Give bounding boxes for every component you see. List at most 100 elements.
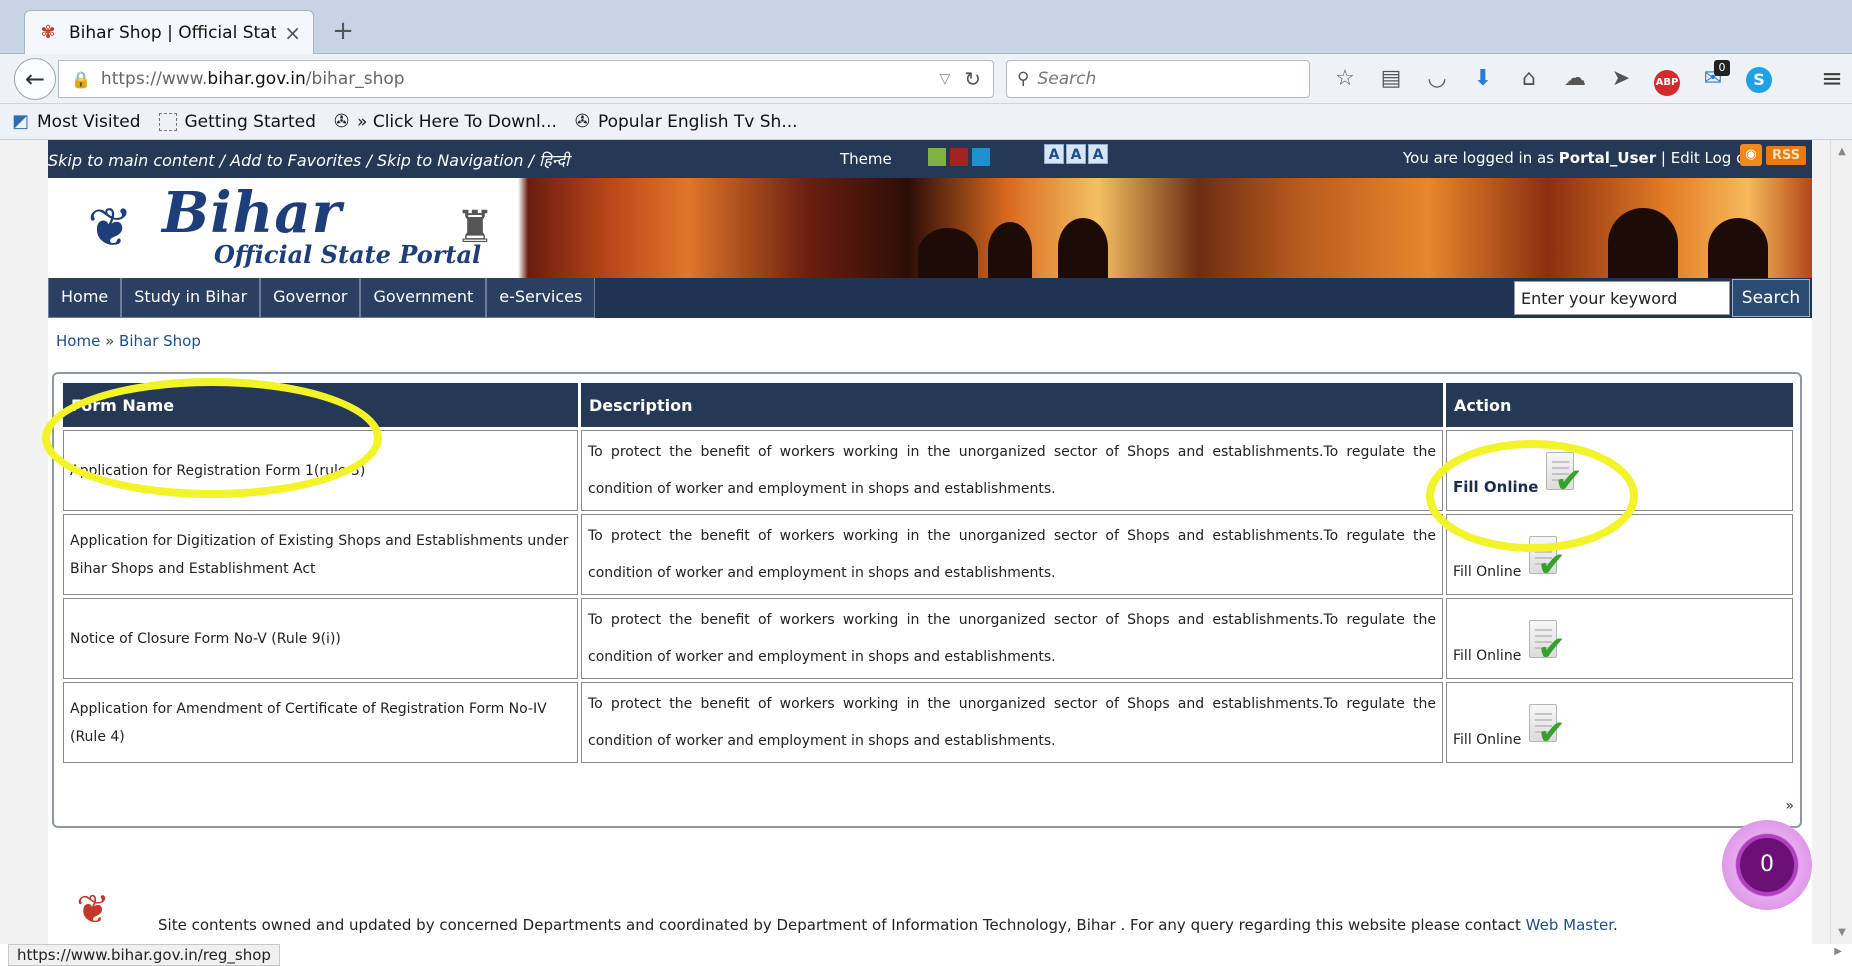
vertical-scrollbar[interactable]: ▲ ▼ <box>1830 140 1852 944</box>
skype-icon[interactable]: S <box>1736 60 1782 98</box>
breadcrumb-current: Bihar Shop <box>119 332 201 350</box>
bookmark-download[interactable]: ✇ » Click Here To Downl... <box>334 111 557 132</box>
logo-title: Bihar <box>162 180 343 246</box>
home-icon[interactable]: ⌂ <box>1506 60 1552 98</box>
document-check-icon: ✔ <box>1525 619 1566 674</box>
hamburger-menu-icon[interactable]: ≡ <box>1812 60 1852 98</box>
breadcrumb-separator: » <box>105 332 115 350</box>
footer-end: . <box>1613 916 1618 934</box>
bookmark-star-icon[interactable]: ☆ <box>1322 60 1368 98</box>
download-icon[interactable]: ⬇ <box>1460 60 1506 98</box>
nav-home[interactable]: Home <box>48 278 122 318</box>
page-icon <box>158 112 177 131</box>
utility-strip: Skip to main content / Add to Favorites … <box>48 140 1812 178</box>
url-dropdown-icon[interactable]: ▽ <box>939 71 950 87</box>
status-url: https://www.bihar.gov.in/reg_shop <box>8 944 280 966</box>
font-size-small[interactable]: A <box>1044 144 1064 164</box>
fill-online-label: Fill Online <box>1453 647 1522 664</box>
fill-online-link[interactable]: Fill Online ✔ <box>1453 688 1786 758</box>
nav-government[interactable]: Government <box>360 278 487 318</box>
scroll-right-icon[interactable]: ▶ <box>1834 946 1842 957</box>
bookmark-label: Most Visited <box>37 111 141 132</box>
font-size-large[interactable]: A <box>1088 144 1108 164</box>
film-reel-icon: ✇ <box>574 111 590 132</box>
description-cell: To protect the benefit of workers workin… <box>581 430 1443 511</box>
chat-icon[interactable]: ☁ <box>1552 60 1598 98</box>
tab-title: Bihar Shop | Official State P... <box>69 22 277 43</box>
nav-study-in-bihar[interactable]: Study in Bihar <box>121 278 261 318</box>
browser-search-placeholder: Search <box>1037 69 1097 89</box>
bookmark-label: Getting Started <box>184 111 316 132</box>
rss-link[interactable]: ◉ RSS <box>1740 144 1807 166</box>
banner-silhouette <box>1058 218 1108 278</box>
url-prefix: https://www. <box>100 69 208 89</box>
bookmark-label: Popular English Tv Sh... <box>597 111 798 132</box>
search-icon: ⚲ <box>1017 69 1030 89</box>
footer-tree-logo-icon: ❦ <box>76 887 110 933</box>
theme-swatch-red[interactable] <box>950 148 968 166</box>
table-row: Application for Amendment of Certificate… <box>63 682 1793 763</box>
notification-icon[interactable]: ✉ 0 <box>1690 60 1736 98</box>
form-name-cell: Notice of Closure Form No-V (Rule 9(i)) <box>63 598 578 679</box>
rss-label: RSS <box>1766 145 1807 165</box>
send-icon[interactable]: ➤ <box>1598 60 1644 98</box>
login-prefix: You are logged in as <box>1403 149 1555 167</box>
theme-swatch-green[interactable] <box>928 148 946 166</box>
banner-silhouette <box>988 222 1032 278</box>
action-cell: Fill Online ✔ <box>1446 598 1793 679</box>
theme-swatch-blue[interactable] <box>972 148 990 166</box>
new-tab-button[interactable]: + <box>326 14 360 48</box>
url-domain: bihar.gov.in <box>207 69 306 89</box>
fill-online-label: Fill Online <box>1453 563 1522 580</box>
chat-bubble-button[interactable]: 0 <box>1722 820 1812 910</box>
login-status: You are logged in as Portal_User | Edit … <box>1403 149 1761 167</box>
rss-icon: ◉ <box>1740 144 1762 166</box>
header-description: Description <box>581 383 1443 427</box>
header-action: Action <box>1446 383 1793 427</box>
web-master-link[interactable]: Web Master <box>1526 916 1613 934</box>
nav-governor[interactable]: Governor <box>260 278 361 318</box>
highlight-ellipse-form-name <box>42 378 382 498</box>
font-size-medium[interactable]: A <box>1066 144 1086 164</box>
form-name-cell: Application for Amendment of Certificate… <box>63 682 578 763</box>
url-path: /bihar_shop <box>305 69 405 89</box>
action-cell: Fill Online ✔ <box>1446 682 1793 763</box>
logo-subtitle: Official State Portal <box>214 240 482 269</box>
address-bar[interactable]: 🔒 https://www.bihar.gov.in/bihar_shop ▽ … <box>58 60 994 98</box>
browser-tab-active[interactable]: ✾ Bihar Shop | Official State P... × <box>24 10 314 54</box>
description-cell: To protect the benefit of workers workin… <box>581 598 1443 679</box>
bookmarks-list-icon[interactable]: ▤ <box>1368 60 1414 98</box>
site-container: Skip to main content / Add to Favorites … <box>42 140 1812 944</box>
keyword-search-button[interactable]: Search <box>1732 279 1810 317</box>
scroll-down-icon[interactable]: ▼ <box>1831 927 1852 938</box>
browser-nav-bar: ← 🔒 https://www.bihar.gov.in/bihar_shop … <box>0 54 1852 104</box>
adblock-icon[interactable]: ABP <box>1644 60 1690 98</box>
fill-online-label: Fill Online <box>1453 731 1522 748</box>
banner-silhouette <box>1708 218 1768 278</box>
skip-links[interactable]: Skip to main content / Add to Favorites … <box>48 149 569 171</box>
scroll-up-icon[interactable]: ▲ <box>1831 146 1852 157</box>
keyword-search-input[interactable] <box>1514 281 1730 315</box>
lock-icon: 🔒 <box>71 69 91 89</box>
bodhi-tree-logo-icon: ❦ <box>87 196 133 259</box>
browser-search-input[interactable]: ⚲ Search <box>1006 60 1310 98</box>
bookmark-most-visited[interactable]: ◩ Most Visited <box>12 111 141 132</box>
bookmark-getting-started[interactable]: Getting Started <box>158 111 316 132</box>
bookmark-tv-shows[interactable]: ✇ Popular English Tv Sh... <box>575 111 798 132</box>
close-tab-icon[interactable]: × <box>284 21 301 45</box>
footer-copy: Site contents owned and updated by conce… <box>158 916 1521 934</box>
bihar-favicon-icon: ✾ <box>40 21 56 43</box>
pager-next-link[interactable]: » <box>1785 798 1794 814</box>
fill-online-link[interactable]: Fill Online ✔ <box>1453 604 1786 674</box>
chat-bubble-count: 0 <box>1740 838 1794 892</box>
banner-silhouette <box>918 228 978 278</box>
pocket-icon[interactable]: ◡ <box>1414 60 1460 98</box>
bookmark-label: » Click Here To Downl... <box>357 111 557 132</box>
main-navigation: Home Study in Bihar Governor Government … <box>48 278 1812 318</box>
film-reel-icon: ✇ <box>333 111 350 132</box>
reload-icon[interactable]: ↻ <box>964 67 981 91</box>
breadcrumb-home[interactable]: Home <box>56 332 100 350</box>
nav-e-services[interactable]: e-Services <box>486 278 596 318</box>
footer-text: Site contents owned and updated by conce… <box>158 916 1618 934</box>
back-button[interactable]: ← <box>14 58 56 100</box>
